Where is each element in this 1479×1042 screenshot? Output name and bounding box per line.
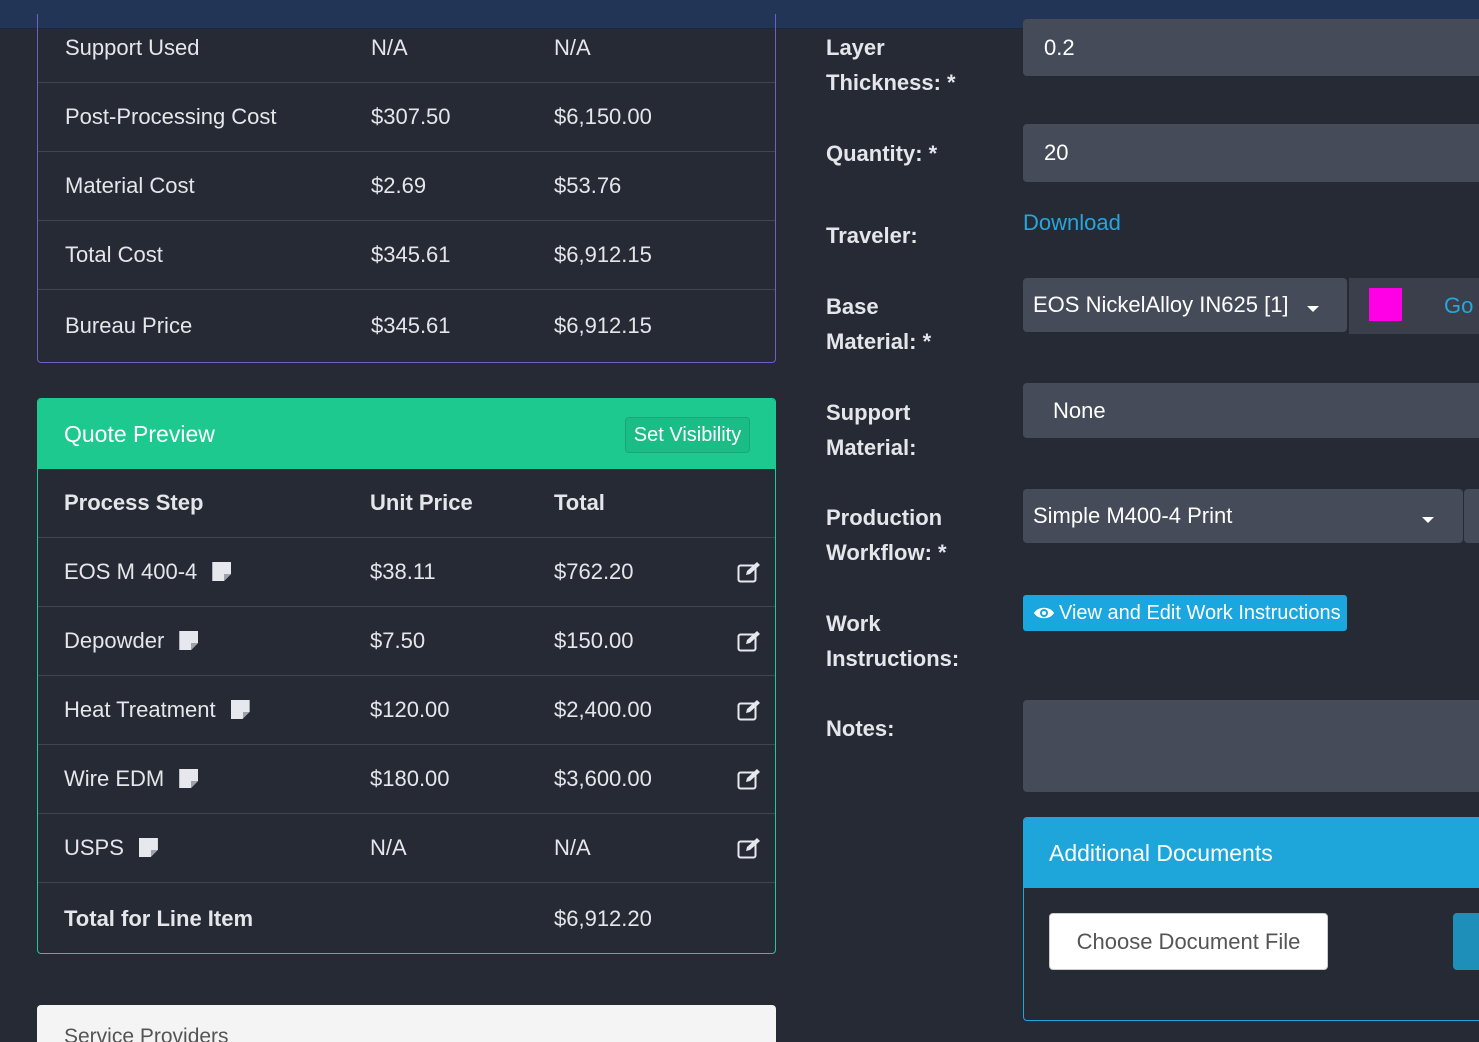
chevron-down-icon (1422, 517, 1434, 523)
note-icon[interactable] (138, 838, 158, 857)
table-row: Post-Processing Cost $307.50 $6,150.00 (38, 83, 775, 152)
quantity-input[interactable]: 20 (1023, 124, 1479, 182)
row-label: Support Used (65, 35, 200, 60)
unit-price: $7.50 (370, 628, 426, 653)
unit-value: $345.61 (371, 242, 451, 267)
layer-thickness-label: Layer Thickness: * (826, 35, 956, 95)
table-row: Material Cost $2.69 $53.76 (38, 152, 775, 221)
process-step-name: Depowder (64, 628, 165, 653)
total-price: N/A (554, 835, 591, 860)
material-color-swatch (1369, 288, 1402, 321)
table-row: Depowder $7.50 $150.00 (38, 607, 775, 676)
edit-icon[interactable] (737, 837, 761, 859)
production-workflow-select[interactable]: Simple M400-4 Print (1023, 489, 1463, 543)
production-workflow-label: Production Workflow: * (826, 505, 947, 565)
note-icon[interactable] (212, 562, 232, 581)
table-row: Bureau Price $345.61 $6,912.15 (38, 291, 775, 360)
row-label: Total Cost (65, 242, 163, 267)
additional-documents-title: Additional Documents (1049, 840, 1273, 866)
note-icon[interactable] (179, 631, 199, 650)
layer-thickness-input[interactable]: 0.2 (1023, 19, 1479, 76)
quote-footer-row: Total for Line Item $6,912.20 (38, 884, 775, 953)
traveler-label: Traveler: (826, 223, 918, 248)
header-total: Total (554, 490, 605, 515)
base-material-select[interactable]: EOS NickelAlloy IN625 [1] (1023, 278, 1347, 332)
unit-price: $180.00 (370, 766, 450, 791)
edit-icon[interactable] (737, 768, 761, 790)
traveler-download-link[interactable]: Download (1023, 210, 1121, 236)
unit-price: N/A (370, 835, 407, 860)
material-color-block: Go (1349, 278, 1479, 334)
unit-value: $345.61 (371, 312, 451, 338)
edit-icon[interactable] (737, 630, 761, 652)
total-price: $3,600.00 (554, 766, 652, 791)
unit-value: $2.69 (371, 173, 427, 198)
total-value: $6,912.15 (554, 242, 652, 267)
chevron-down-icon (1307, 306, 1319, 312)
table-row: Heat Treatment $120.00 $2,400.00 (38, 676, 775, 745)
additional-documents-header: Additional Documents (1024, 818, 1479, 888)
row-label: Post-Processing Cost (65, 104, 277, 129)
quote-preview-title: Quote Preview (64, 421, 215, 447)
line-item-total-label: Total for Line Item (64, 905, 254, 931)
row-label: Bureau Price (65, 312, 193, 338)
go-link[interactable]: Go (1444, 293, 1473, 319)
total-value: $6,150.00 (554, 104, 652, 129)
quote-header-row: Process Step Unit Price Total (38, 469, 775, 538)
process-step-name: EOS M 400-4 (64, 559, 198, 584)
unit-value: $307.50 (371, 104, 451, 129)
table-row: EOS M 400-4 $38.11 $762.20 (38, 538, 775, 607)
line-item-total-value: $6,912.20 (554, 905, 652, 931)
quote-preview-header: Quote Preview Set Visibility (38, 399, 775, 469)
edit-icon[interactable] (737, 699, 761, 721)
base-material-label: Base Material: * (826, 294, 932, 354)
work-instructions-label: Work Instructions: (826, 611, 960, 671)
process-step-name: Heat Treatment (64, 697, 216, 722)
total-price: $2,400.00 (554, 697, 652, 722)
note-icon[interactable] (179, 769, 199, 788)
unit-price: $38.11 (370, 559, 436, 584)
quantity-label: Quantity: * (826, 141, 938, 166)
upload-button[interactable] (1453, 913, 1479, 970)
choose-document-file-button[interactable]: Choose Document File (1049, 913, 1328, 970)
support-material-select[interactable]: None (1023, 383, 1479, 438)
total-price: $762.20 (554, 559, 634, 584)
process-step-name: Wire EDM (64, 766, 165, 791)
workflow-action-button[interactable] (1464, 489, 1479, 543)
table-row: USPS N/A N/A (38, 814, 775, 883)
total-value: $6,912.15 (554, 312, 652, 338)
total-price: $150.00 (554, 628, 634, 653)
service-providers-panel: Service Providers (37, 1005, 776, 1042)
cost-summary-table: Support Used N/A N/A Post-Processing Cos… (37, 14, 776, 363)
view-edit-work-instructions-button[interactable]: View and Edit Work Instructions (1023, 595, 1347, 631)
notes-textarea[interactable] (1023, 700, 1479, 792)
total-value: $53.76 (554, 173, 622, 198)
quote-preview-panel: Quote Preview Set Visibility Process Ste… (37, 398, 776, 954)
notes-label: Notes: (826, 716, 895, 741)
eye-icon (1034, 607, 1054, 619)
set-visibility-button[interactable]: Set Visibility (625, 417, 750, 453)
support-material-label: Support Material: (826, 400, 917, 460)
process-step-name: USPS (64, 835, 124, 860)
header-unit-price: Unit Price (370, 490, 473, 515)
table-row: Total Cost $345.61 $6,912.15 (38, 221, 775, 290)
table-row: Support Used N/A N/A (38, 14, 775, 83)
table-row: Wire EDM $180.00 $3,600.00 (38, 745, 775, 814)
unit-price: $120.00 (370, 697, 450, 722)
unit-value: N/A (371, 35, 408, 60)
total-value: N/A (554, 35, 591, 60)
row-label: Material Cost (65, 173, 195, 198)
additional-documents-panel: Additional Documents Choose Document Fil… (1023, 817, 1479, 1021)
note-icon[interactable] (230, 700, 250, 719)
edit-icon[interactable] (737, 561, 761, 583)
header-process-step: Process Step (64, 490, 204, 515)
service-providers-title: Service Providers (64, 1025, 229, 1042)
